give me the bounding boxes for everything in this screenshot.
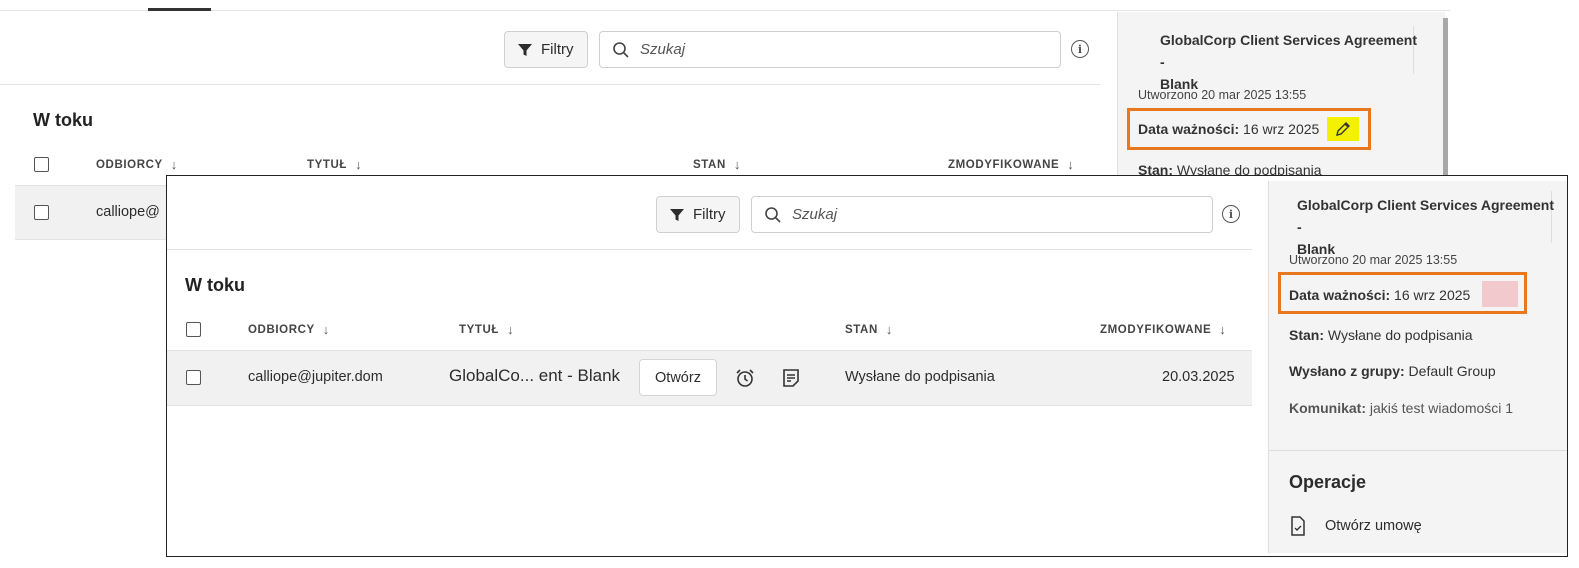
header-title[interactable]: TYTUŁ ↓ [459,322,514,337]
sort-arrow-icon: ↓ [322,322,330,337]
header-modified-label: ZMODYFIKOWANE [1100,323,1212,336]
section-title: W toku [33,110,93,130]
open-button[interactable]: Otwórz [639,359,717,396]
expiry-highlight [1127,108,1371,150]
header-recipients-label: ODBIORCY [96,158,163,171]
open-button-label: Otwórz [655,369,701,386]
header-recipients-label: ODBIORCY [248,323,315,336]
select-all-checkbox[interactable] [186,322,201,337]
expiry-highlight [1278,272,1527,314]
sent-from-value: Default Group [1408,363,1496,379]
filter-icon [518,43,532,56]
sort-arrow-icon: ↓ [170,157,178,172]
front-window: Filtry Szukaj i W toku ODBIORCY ↓ TYTUŁ ↓ … [166,175,1568,557]
top-divider [0,10,1450,11]
sent-from-row: Wysłano z grupy: Default Group [1289,363,1496,379]
header-modified-label: ZMODYFIKOWANE [948,158,1060,171]
sort-arrow-icon: ↓ [507,322,515,337]
toolbar-divider [0,84,1100,85]
toolbar-divider [167,249,1252,250]
sort-arrow-icon: ↓ [1219,322,1227,337]
search-icon [613,41,629,58]
status-row: Stan: Wysłane do podpisania [1289,327,1473,343]
filter-label: Filtry [541,41,574,58]
open-agreement-action[interactable]: Otwórz umowę [1289,516,1422,536]
open-agreement-label: Otwórz umowę [1325,518,1422,534]
header-status-label: STAN [845,323,878,336]
filter-button[interactable]: Filtry [504,31,588,68]
message-value: jakiś test wiadomości 1 [1369,400,1514,416]
header-title-label: TYTUŁ [459,323,500,336]
row-recipient: calliope@jupiter.dom [248,369,383,385]
row-title[interactable]: GlobalCo... ent - Blank [449,366,620,386]
created-date: Utworzono 20 mar 2025 13:55 [1289,253,1458,267]
status-value: Wysłane do podpisania [1327,327,1473,343]
header-modified[interactable]: ZMODYFIKOWANE ↓ [948,157,1074,172]
notes-icon[interactable] [780,367,802,389]
header-status[interactable]: STAN ↓ [845,322,893,337]
sidebar-title-line1: GlobalCorp Client Services Agreement - [1160,32,1417,70]
search-placeholder: Szukaj [640,41,686,58]
header-status-label: STAN [693,158,726,171]
info-icon[interactable]: i [1222,205,1240,223]
filter-icon [670,208,684,221]
filter-label: Filtry [693,206,726,223]
search-icon [765,206,781,223]
header-recipients[interactable]: ODBIORCY ↓ [248,322,330,337]
sort-arrow-icon: ↓ [885,322,893,337]
message-row: Komunikat: jakiś test wiadomości 1 [1289,400,1513,416]
header-title[interactable]: TYTUŁ ↓ [307,157,362,172]
sort-arrow-icon: ↓ [355,157,363,172]
filter-button[interactable]: Filtry [656,196,740,233]
select-all-checkbox[interactable] [34,157,49,172]
info-icon[interactable]: i [1071,40,1089,58]
row-status: Wysłane do podpisania [845,369,995,385]
sort-arrow-icon: ↓ [733,157,741,172]
sort-arrow-icon: ↓ [1067,157,1075,172]
header-modified[interactable]: ZMODYFIKOWANE ↓ [1100,322,1226,337]
row-checkbox[interactable] [186,370,201,385]
document-icon [1291,516,1305,536]
sidebar-title-line1: GlobalCorp Client Services Agreement - [1297,197,1554,235]
status-label: Stan: [1289,327,1324,343]
header-title-label: TYTUŁ [307,158,348,171]
alarm-clock-icon[interactable] [734,367,756,389]
sidebar-title: GlobalCorp Client Services Agreement - B… [1297,194,1562,260]
search-input[interactable]: Szukaj [599,31,1061,68]
created-date: Utworzono 20 mar 2025 13:55 [1138,88,1307,102]
active-tab-indicator [148,8,211,11]
search-input[interactable]: Szukaj [751,196,1213,233]
row-modified: 20.03.2025 [1162,369,1235,385]
row-recipient: calliope@ [96,204,160,220]
search-placeholder: Szukaj [792,206,838,223]
header-recipients[interactable]: ODBIORCY ↓ [96,157,178,172]
message-label: Komunikat: [1289,400,1366,416]
operations-title: Operacje [1289,472,1367,492]
sent-from-label: Wysłano z grupy: [1289,363,1405,379]
header-status[interactable]: STAN ↓ [693,157,741,172]
section-title: W toku [185,275,245,295]
sidebar-title: GlobalCorp Client Services Agreement - B… [1160,29,1420,95]
row-checkbox[interactable] [34,205,49,220]
operations-divider [1269,450,1567,451]
